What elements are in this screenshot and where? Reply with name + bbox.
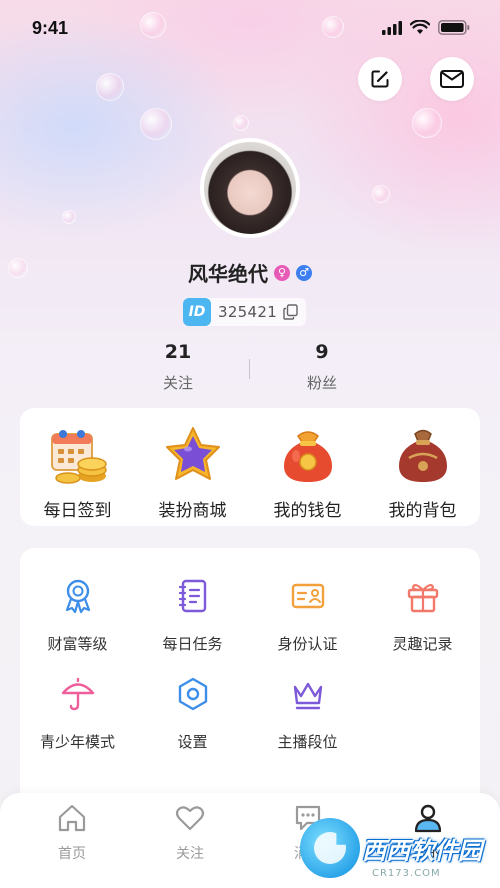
- tab-follow[interactable]: 关注: [140, 803, 240, 863]
- avatar[interactable]: [200, 138, 300, 238]
- mail-icon: [440, 70, 464, 88]
- identity-verify-button[interactable]: 身份认证: [250, 578, 365, 654]
- top-actions: [358, 57, 474, 101]
- mail-button[interactable]: [430, 57, 474, 101]
- following-label: 关注: [162, 374, 193, 392]
- teen-mode-button[interactable]: 青少年模式: [20, 676, 135, 752]
- stats-divider: [249, 359, 250, 379]
- copy-icon[interactable]: [283, 304, 298, 320]
- fans-stat[interactable]: 9 粉丝: [272, 341, 372, 393]
- following-count: 21: [164, 341, 192, 363]
- status-icons: [382, 20, 470, 35]
- gift-box-icon: [407, 583, 438, 613]
- tab-home[interactable]: 首页: [22, 803, 122, 863]
- quick-action-label: 我的背包: [388, 501, 457, 521]
- backpack-button[interactable]: 我的背包: [365, 424, 480, 521]
- user-id-row: ID 325421: [183, 298, 307, 326]
- wealth-level-button[interactable]: 财富等级: [20, 578, 135, 654]
- signal-icon: [382, 20, 402, 35]
- daily-tasks-button[interactable]: 每日任务: [135, 578, 250, 654]
- function-label: 主播段位: [277, 733, 338, 751]
- fans-count: 9: [315, 341, 329, 363]
- dress-up-store-button[interactable]: 装扮商城: [135, 424, 250, 521]
- function-label: 每日任务: [162, 635, 223, 653]
- id-card-icon: [291, 583, 324, 609]
- quick-action-label: 装扮商城: [158, 501, 227, 521]
- heart-icon: [175, 806, 205, 831]
- follow-stats: 21 关注 9 粉丝: [0, 341, 500, 397]
- host-rank-button[interactable]: 主播段位: [250, 676, 365, 752]
- watermark-url: CR173.COM: [372, 868, 441, 879]
- tab-label: 首页: [58, 846, 86, 862]
- watermark-text: 西西软件园: [362, 836, 482, 865]
- status-time: 9:41: [32, 18, 69, 38]
- quick-action-label: 我的钱包: [273, 501, 342, 521]
- fun-record-button[interactable]: 灵趣记录: [365, 578, 480, 654]
- function-label: 设置: [177, 733, 208, 751]
- functions-card: 财富等级 每日任务 身份认证 灵趣记录 青少年模式 设置 主播段位: [20, 548, 480, 808]
- bubble-decoration: [62, 210, 76, 224]
- umbrella-icon: [61, 677, 94, 711]
- bubble-decoration: [233, 115, 249, 131]
- wallet-button[interactable]: 我的钱包: [250, 424, 365, 521]
- brown-bag-icon: [398, 429, 447, 482]
- function-label: 财富等级: [47, 635, 108, 653]
- quick-actions-card: 每日签到 装扮商城 我的钱包 我的背包: [20, 408, 480, 526]
- crown-icon: [293, 682, 322, 710]
- home-icon: [58, 804, 86, 832]
- wifi-icon: [410, 20, 430, 34]
- bubble-decoration: [140, 108, 172, 140]
- fans-label: 粉丝: [306, 374, 337, 392]
- female-symbol-icon: ♀: [274, 264, 290, 281]
- watermark-icon: [300, 818, 360, 878]
- status-bar: 9:41: [0, 0, 500, 60]
- award-ribbon-icon: [65, 579, 90, 614]
- calendar-coins-icon: [50, 430, 107, 484]
- bubble-decoration: [372, 185, 390, 203]
- edit-profile-button[interactable]: [358, 57, 402, 101]
- settings-button[interactable]: 设置: [135, 676, 250, 752]
- daily-checkin-button[interactable]: 每日签到: [20, 424, 135, 521]
- battery-icon: [438, 20, 470, 35]
- user-id-number: 325421: [218, 303, 278, 321]
- task-notebook-icon: [178, 579, 206, 613]
- username-row: 风华绝代 ♀ ♂: [0, 258, 500, 287]
- function-label: 青少年模式: [39, 733, 115, 751]
- bubble-decoration: [412, 108, 442, 138]
- function-label: 身份认证: [277, 635, 338, 653]
- tab-label: 关注: [176, 846, 204, 862]
- following-stat[interactable]: 21 关注: [128, 341, 228, 393]
- quick-action-label: 每日签到: [43, 501, 112, 521]
- purple-star-icon: [165, 427, 220, 480]
- username: 风华绝代: [188, 262, 268, 286]
- red-money-bag-icon: [283, 431, 332, 482]
- id-badge: ID: [183, 298, 211, 326]
- settings-hexagon-icon: [178, 677, 207, 711]
- edit-icon: [371, 70, 389, 88]
- function-label: 灵趣记录: [392, 635, 453, 653]
- male-symbol-icon: ♂: [296, 264, 312, 281]
- bubble-decoration: [96, 73, 124, 101]
